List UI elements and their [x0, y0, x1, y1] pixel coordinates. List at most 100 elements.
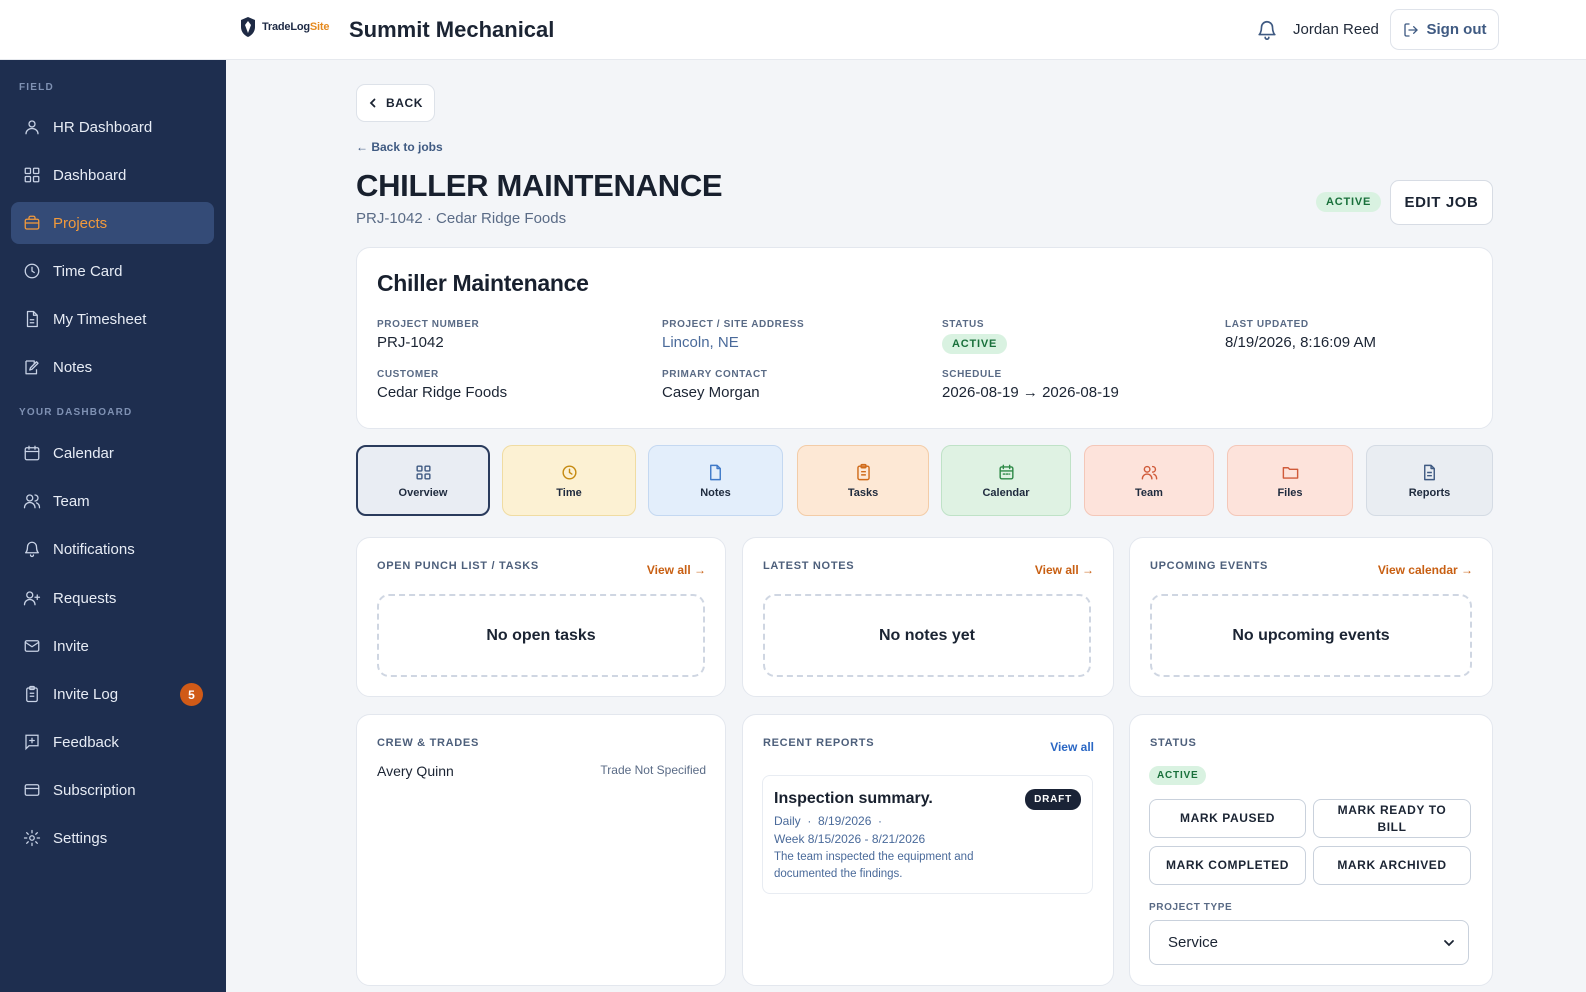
tab-tasks[interactable]: Tasks	[797, 445, 929, 516]
tab-reports[interactable]: Reports	[1366, 445, 1493, 516]
gear-icon	[23, 829, 41, 847]
status-badge: ACTIVE	[1316, 192, 1382, 212]
tab-team[interactable]: Team	[1084, 445, 1214, 516]
project-type-label: PROJECT TYPE	[1149, 902, 1233, 913]
tab-overview[interactable]: Overview	[356, 445, 490, 516]
invite-log-count-badge: 5	[180, 683, 203, 706]
status-label: STATUS	[942, 319, 985, 330]
project-info-card: Chiller Maintenance PROJECT NUMBER PRJ-1…	[356, 247, 1493, 429]
report-description-line-2: documented the findings.	[774, 868, 903, 880]
chevron-down-icon	[1444, 939, 1454, 946]
crew-section-label: CREW & TRADES	[377, 737, 479, 749]
calendar-icon	[24, 445, 40, 461]
sidebar-item-feedback[interactable]: Feedback	[11, 721, 214, 763]
notes-empty-state: No notes yet	[763, 594, 1091, 677]
mark-archived-button[interactable]: MARK ARCHIVED	[1313, 846, 1471, 885]
status-card: STATUS ACTIVE MARK PAUSED MARK READY TO …	[1129, 714, 1493, 986]
sidebar-item-time-card[interactable]: Time Card	[11, 250, 214, 292]
sign-out-button[interactable]: Sign out	[1390, 9, 1499, 50]
mail-icon	[24, 640, 40, 652]
tasks-view-all-link[interactable]: View all →	[647, 563, 706, 577]
card-icon	[24, 784, 40, 796]
folder-icon	[1282, 466, 1298, 479]
tab-time[interactable]: Time	[502, 445, 636, 516]
sidebar-section-field: FIELD	[19, 82, 54, 93]
sidebar-item-hr-dashboard[interactable]: HR Dashboard	[11, 106, 214, 148]
mark-completed-button[interactable]: MARK COMPLETED	[1149, 846, 1306, 885]
schedule-label: SCHEDULE	[942, 369, 1002, 380]
clock-icon	[561, 464, 577, 480]
mark-ready-to-bill-button[interactable]: MARK READY TO BILL	[1313, 799, 1471, 838]
schedule-value: 2026-08-19 → 2026-08-19	[942, 384, 1119, 401]
sidebar-item-notifications[interactable]: Notifications	[11, 528, 214, 570]
customer-value: Cedar Ridge Foods	[377, 384, 508, 401]
sidebar-item-dashboard[interactable]: Dashboard	[11, 154, 214, 196]
chevron-left-icon	[369, 98, 376, 108]
sidebar-item-my-timesheet[interactable]: My Timesheet	[11, 298, 214, 340]
tasks-section-label: OPEN PUNCH LIST / TASKS	[377, 560, 539, 572]
sidebar-item-notes[interactable]: Notes	[11, 346, 214, 388]
team-icon	[23, 494, 41, 509]
project-type-select[interactable]: Service	[1149, 920, 1469, 965]
mark-paused-button[interactable]: MARK PAUSED	[1149, 799, 1306, 838]
customer-label: CUSTOMER	[377, 369, 439, 380]
sidebar-item-projects[interactable]: Projects	[11, 202, 214, 244]
tab-notes[interactable]: Notes	[648, 445, 783, 516]
tasks-empty-state: No open tasks	[377, 594, 705, 677]
address-value[interactable]: Lincoln, NE	[662, 334, 739, 351]
clock-icon	[24, 263, 40, 279]
last-updated-label: LAST UPDATED	[1225, 319, 1309, 330]
file-icon	[710, 464, 721, 480]
report-draft-badge: DRAFT	[1025, 789, 1081, 810]
sidebar-item-calendar[interactable]: Calendar	[11, 432, 214, 474]
reports-view-all-link[interactable]: View all	[1050, 740, 1094, 754]
report-item[interactable]: Inspection summary. DRAFT Daily · 8/19/2…	[762, 775, 1093, 894]
sidebar-item-subscription[interactable]: Subscription	[11, 769, 214, 811]
back-button[interactable]: BACK	[356, 84, 435, 122]
user-name[interactable]: Jordan Reed	[1293, 21, 1379, 38]
user-plus-icon	[23, 591, 41, 606]
grid-icon	[24, 167, 40, 183]
sidebar-item-team[interactable]: Team	[11, 480, 214, 522]
file-icon	[26, 310, 38, 328]
notification-bell-icon[interactable]	[1256, 18, 1278, 42]
calendar-icon	[998, 464, 1014, 480]
tab-files[interactable]: Files	[1227, 445, 1353, 516]
page-title: CHILLER MAINTENANCE	[356, 168, 723, 203]
shield-logo-icon	[241, 17, 255, 37]
page-subtitle: PRJ-1042 · Cedar Ridge Foods	[356, 210, 567, 227]
app-logo[interactable]: TradeLogSite	[240, 16, 329, 38]
top-bar: TradeLogSite Summit Mechanical Jordan Re…	[0, 0, 1586, 60]
project-name: Chiller Maintenance	[377, 270, 589, 296]
grid-icon	[415, 464, 431, 480]
report-meta: Daily · 8/19/2026 ·	[774, 814, 883, 828]
notes-section-label: LATEST NOTES	[763, 560, 855, 572]
events-section-label: UPCOMING EVENTS	[1150, 560, 1269, 572]
clipboard-icon	[856, 463, 870, 480]
edit-icon	[25, 360, 39, 375]
report-title: Inspection summary.	[774, 790, 933, 807]
crew-member-name: Avery Quinn	[377, 763, 454, 779]
edit-job-button[interactable]: EDIT JOB	[1390, 180, 1493, 225]
last-updated-value: 8/19/2026, 8:16:09 AM	[1225, 334, 1376, 351]
sidebar-item-invite[interactable]: Invite	[11, 625, 214, 667]
sidebar-item-requests[interactable]: Requests	[11, 577, 214, 619]
status-value-badge: ACTIVE	[942, 334, 1008, 354]
crew-member-trade: Trade Not Specified	[600, 763, 706, 777]
back-to-jobs-link[interactable]: ← Back to jobs	[356, 140, 443, 154]
tab-calendar[interactable]: Calendar	[941, 445, 1071, 516]
sidebar: FIELD HR Dashboard Dashboard Projects Ti…	[0, 60, 226, 992]
notes-card: LATEST NOTES View all → No notes yet	[742, 537, 1114, 697]
tasks-card: OPEN PUNCH LIST / TASKS View all → No op…	[356, 537, 726, 697]
sidebar-item-settings[interactable]: Settings	[11, 817, 214, 859]
company-name: Summit Mechanical	[349, 17, 555, 42]
view-calendar-link[interactable]: View calendar →	[1378, 563, 1473, 577]
sidebar-item-invite-log[interactable]: Invite Log 5	[11, 673, 214, 715]
logo-text: TradeLogSite	[262, 21, 330, 33]
events-empty-state: No upcoming events	[1150, 594, 1472, 677]
file-icon	[1424, 464, 1435, 480]
reports-card: RECENT REPORTS View all Inspection summa…	[742, 714, 1114, 986]
report-description-line-1: The team inspected the equipment and	[774, 851, 974, 863]
reports-section-label: RECENT REPORTS	[763, 737, 875, 749]
notes-view-all-link[interactable]: View all →	[1035, 563, 1094, 577]
